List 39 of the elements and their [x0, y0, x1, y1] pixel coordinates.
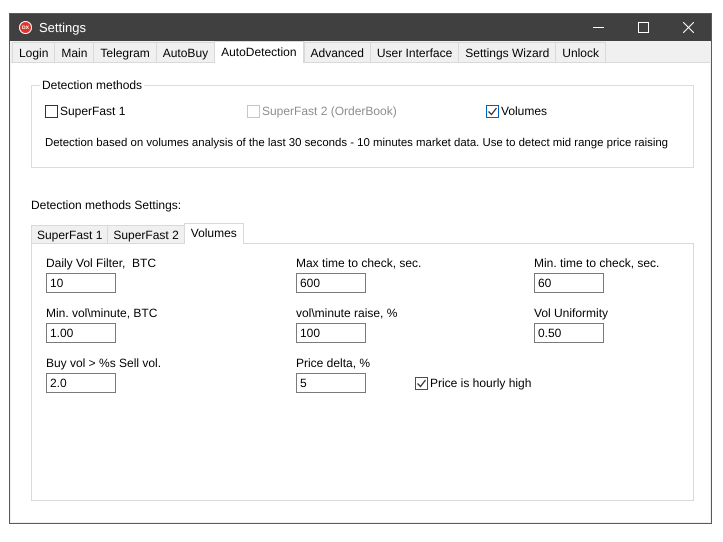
tab[interactable]: Settings Wizard: [458, 42, 556, 62]
checkbox-label: SuperFast 2 (OrderBook): [262, 104, 397, 118]
field-label: Max time to check, sec.: [296, 256, 422, 270]
maximize-icon[interactable]: [638, 22, 649, 33]
group-title: Detection methods: [41, 78, 144, 92]
section-heading: Detection methods Settings:: [31, 198, 182, 212]
input-field[interactable]: 1.00: [46, 323, 116, 343]
input-field[interactable]: 5: [296, 373, 366, 393]
input-field[interactable]: 0.50: [534, 323, 604, 343]
checkbox-label: SuperFast 1: [60, 104, 126, 118]
input-field[interactable]: 100: [296, 323, 366, 343]
tab[interactable]: SuperFast 2: [107, 225, 185, 243]
field-label: Min. vol\minute, BTC: [46, 306, 158, 320]
close-icon[interactable]: [683, 22, 694, 33]
description-text: Detection based on volumes analysis of the last 30 seconds - 10 minutes market data. Use to detect mid range price raising: [45, 137, 670, 149]
field-label: vol\minute raise, %: [296, 306, 398, 320]
field-label: Daily Vol Filter, BTC: [46, 256, 156, 270]
checkbox[interactable]: [45, 104, 58, 118]
window-title: Settings: [39, 20, 86, 35]
tab[interactable]: Telegram: [93, 42, 157, 62]
field-label: Price delta, %: [296, 356, 370, 370]
field-label: Min. time to check, sec.: [534, 256, 660, 270]
checkbox[interactable]: [415, 376, 428, 390]
field-label: Buy vol > %s Sell vol.: [46, 356, 162, 370]
checkbox-label: Price is hourly high: [430, 376, 532, 390]
tab[interactable]: AutoBuy: [156, 42, 216, 62]
tab[interactable]: Unlock: [555, 42, 606, 62]
field-label: Vol Uniformity: [534, 306, 608, 320]
tab[interactable]: AutoDetection: [214, 41, 304, 63]
checkbox[interactable]: [486, 104, 499, 118]
input-field[interactable]: 2.0: [46, 373, 116, 393]
tab[interactable]: Volumes: [184, 223, 244, 244]
input-field[interactable]: 60: [534, 273, 604, 293]
tab[interactable]: Login: [12, 42, 56, 62]
tab[interactable]: Advanced: [304, 42, 371, 62]
input-field[interactable]: 600: [296, 273, 366, 293]
checkbox-label: Volumes: [501, 104, 548, 118]
input-field[interactable]: 10: [46, 273, 116, 293]
tab[interactable]: SuperFast 1: [31, 225, 108, 243]
